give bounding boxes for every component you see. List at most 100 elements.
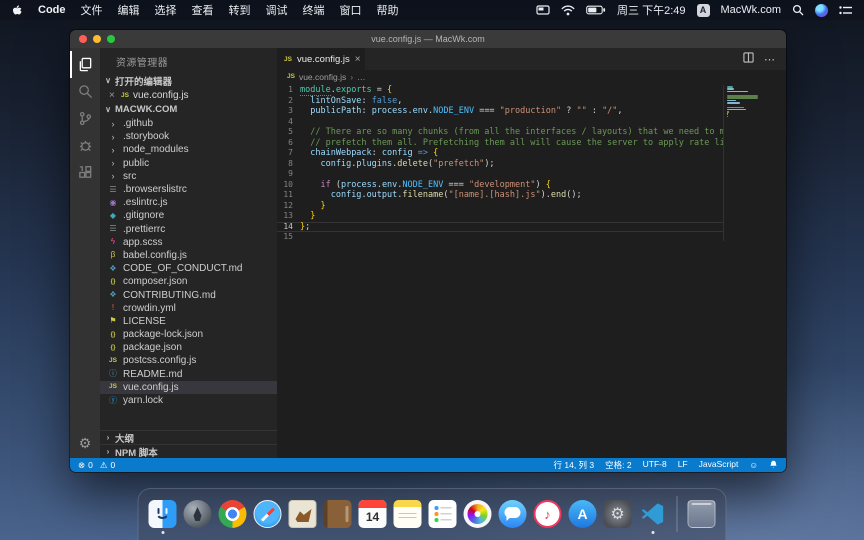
dock-appstore-icon[interactable]: A [569, 500, 597, 528]
close-tab-icon[interactable]: × [355, 54, 361, 65]
dock-notes-icon[interactable] [394, 500, 422, 528]
dock-mail-icon[interactable] [289, 500, 317, 528]
menu-item-选择[interactable]: 选择 [155, 2, 177, 18]
code-line-4[interactable]: 4 [277, 117, 723, 128]
dock-contacts-icon[interactable] [324, 500, 352, 528]
tree-item-.github[interactable]: ›.github [100, 117, 277, 130]
tree-item-CODE_OF_CONDUCT.md[interactable]: ❖CODE_OF_CONDUCT.md [100, 262, 277, 275]
dock-safari-icon[interactable] [254, 500, 282, 528]
tree-item-.storybook[interactable]: ›.storybook [100, 130, 277, 143]
apple-menu-icon[interactable] [12, 4, 23, 17]
tree-item-LICENSE[interactable]: ⚑LICENSE [100, 315, 277, 328]
split-editor-icon[interactable] [743, 50, 754, 68]
tree-item-src[interactable]: ›src [100, 170, 277, 183]
code-line-15[interactable]: 15 [277, 232, 723, 243]
root-folder-section[interactable]: ∨ MACWK.COM [100, 102, 277, 117]
open-editor-item[interactable]: × JS vue.config.js [100, 88, 277, 102]
code-line-12[interactable]: 12 } [277, 201, 723, 212]
dock-vscode-icon[interactable] [639, 500, 667, 528]
spotlight-icon[interactable] [792, 4, 804, 16]
code-line-1[interactable]: 1module.exports = { [277, 85, 723, 96]
tree-item-yarn.lock[interactable]: ⓨyarn.lock [100, 394, 277, 407]
tree-item-.gitignore[interactable]: ◆.gitignore [100, 209, 277, 222]
tree-item-CONTRIBUTING.md[interactable]: ❖CONTRIBUTING.md [100, 288, 277, 301]
code-editor[interactable]: 1module.exports = {2 lintOnSave: false,3… [277, 83, 786, 458]
menu-item-查看[interactable]: 查看 [192, 2, 214, 18]
explorer-icon[interactable] [70, 51, 100, 78]
code-line-2[interactable]: 2 lintOnSave: false, [277, 96, 723, 107]
dock-messages-icon[interactable] [499, 500, 527, 528]
tree-item-README.md[interactable]: ⓘREADME.md [100, 368, 277, 381]
tree-item-.prettierrc[interactable]: ☰.prettierrc [100, 223, 277, 236]
tree-item-public[interactable]: ›public [100, 157, 277, 170]
tree-item-babel.config.js[interactable]: βbabel.config.js [100, 249, 277, 262]
dock-launchpad-icon[interactable] [184, 500, 212, 528]
source-control-icon[interactable] [70, 105, 100, 132]
dock-finder-icon[interactable] [149, 500, 177, 528]
outline-section[interactable]: › 大纲 [100, 430, 277, 444]
menu-item-编辑[interactable]: 编辑 [118, 2, 140, 18]
notification-center-icon[interactable] [839, 5, 852, 16]
menu-clock[interactable]: 周三 下午2:49 [617, 2, 685, 18]
menu-item-窗口[interactable]: 窗口 [340, 2, 362, 18]
notifications-bell-icon[interactable] [769, 460, 778, 471]
warnings-status[interactable]: ⚠0 [100, 460, 115, 471]
extensions-icon[interactable] [70, 159, 100, 186]
menu-item-帮助[interactable]: 帮助 [377, 2, 399, 18]
menu-item-终端[interactable]: 终端 [303, 2, 325, 18]
code-line-8[interactable]: 8 config.plugins.delete("prefetch"); [277, 159, 723, 170]
tree-item-postcss.config.js[interactable]: JSpostcss.config.js [100, 354, 277, 367]
status-item[interactable]: UTF-8 [643, 459, 667, 471]
tab-vue-config-js[interactable]: JS vue.config.js × [277, 48, 365, 70]
window-title-bar[interactable]: vue.config.js — MacWk.com [70, 30, 786, 48]
minimize-window-button[interactable] [93, 35, 101, 43]
close-icon[interactable]: × [109, 90, 117, 101]
settings-gear-icon[interactable]: ⚙ [70, 435, 100, 452]
tree-item-vue.config.js[interactable]: JSvue.config.js [100, 381, 277, 394]
battery-icon[interactable] [586, 5, 606, 15]
dock-trash-icon[interactable] [688, 500, 716, 528]
status-item[interactable]: 空格: 2 [605, 459, 631, 471]
code-line-11[interactable]: 11 config.output.filename("[name].[hash]… [277, 190, 723, 201]
zoom-window-button[interactable] [107, 35, 115, 43]
tree-item-package-lock.json[interactable]: {}package-lock.json [100, 328, 277, 341]
open-editors-section[interactable]: ∨ 打开的编辑器 [100, 73, 277, 88]
search-icon[interactable] [70, 78, 100, 105]
status-item[interactable]: JavaScript [699, 459, 739, 471]
code-line-13[interactable]: 13 } [277, 211, 723, 222]
status-item[interactable]: 行 14, 列 3 [554, 459, 595, 471]
menu-item-文件[interactable]: 文件 [81, 2, 103, 18]
breadcrumb[interactable]: JS vue.config.js › … [277, 70, 786, 83]
status-item[interactable]: LF [678, 459, 688, 471]
code-line-9[interactable]: 9 [277, 169, 723, 180]
dock-chrome-icon[interactable] [219, 500, 247, 528]
siri-icon[interactable] [815, 4, 828, 17]
dock-reminders-icon[interactable] [429, 500, 457, 528]
code-line-5[interactable]: 5 // There are so many chunks (from all … [277, 127, 723, 138]
code-line-14[interactable]: 14}; [277, 222, 723, 233]
menu-app-name[interactable]: Code [38, 4, 66, 16]
code-line-7[interactable]: 7 chainWebpack: config => { [277, 148, 723, 159]
dock-sysprefs-icon[interactable]: ⚙ [604, 500, 632, 528]
debug-icon[interactable] [70, 132, 100, 159]
code-lines[interactable]: 1module.exports = {2 lintOnSave: false,3… [277, 83, 723, 458]
tree-item-app.scss[interactable]: ϟapp.scss [100, 236, 277, 249]
tree-item-node_modules[interactable]: ›node_modules [100, 143, 277, 156]
display-icon[interactable] [536, 5, 550, 16]
menu-item-调试[interactable]: 调试 [266, 2, 288, 18]
close-window-button[interactable] [79, 35, 87, 43]
menu-item-转到[interactable]: 转到 [229, 2, 251, 18]
wifi-icon[interactable] [561, 5, 575, 16]
errors-status[interactable]: ⊗0 [78, 460, 93, 471]
tree-item-.eslintrc.js[interactable]: ◉.eslintrc.js [100, 196, 277, 209]
tree-item-.browserslistrc[interactable]: ☰.browserslistrc [100, 183, 277, 196]
minimap[interactable] [727, 86, 758, 120]
code-line-10[interactable]: 10 if (process.env.NODE_ENV === "develop… [277, 180, 723, 191]
tree-item-package.json[interactable]: {}package.json [100, 341, 277, 354]
more-actions-icon[interactable]: ⋯ [764, 53, 776, 66]
code-line-6[interactable]: 6 // prefetch them all. Prefetching them… [277, 138, 723, 149]
tree-item-composer.json[interactable]: {}composer.json [100, 275, 277, 288]
menu-account[interactable]: MacWk.com [721, 4, 782, 16]
npm-scripts-section[interactable]: › NPM 脚本 [100, 444, 277, 458]
dock-calendar-icon[interactable]: 14 [359, 500, 387, 528]
